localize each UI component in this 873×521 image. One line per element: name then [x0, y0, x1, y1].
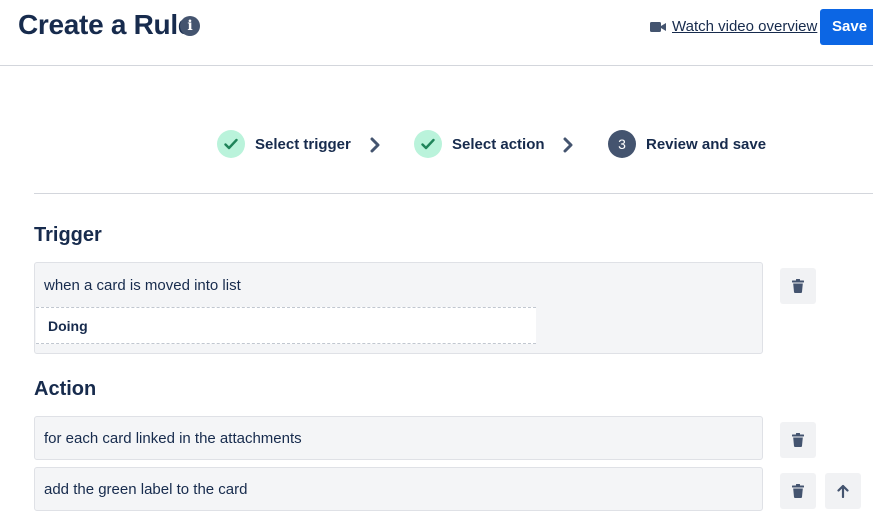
step-label: Select trigger [255, 135, 351, 153]
save-button[interactable]: Save [820, 9, 873, 45]
check-icon [217, 130, 245, 158]
action-heading: Action [34, 378, 97, 400]
trash-icon [792, 433, 804, 447]
step-select-action[interactable]: Select action [414, 130, 545, 158]
step-label: Review and save [646, 135, 767, 153]
trash-icon [792, 484, 804, 498]
trigger-text: when a card is moved into list [44, 277, 241, 294]
divider [34, 193, 873, 194]
trigger-rule-box[interactable]: when a card is moved into list Doing [34, 262, 763, 354]
arrow-up-icon [837, 484, 849, 498]
step-select-trigger[interactable]: Select trigger [217, 130, 351, 158]
watch-video-link[interactable]: Watch video overview [650, 18, 817, 35]
page-title: Create a Rule [18, 9, 194, 40]
trigger-heading: Trigger [34, 224, 102, 246]
delete-trigger-button[interactable] [780, 268, 816, 304]
check-icon [414, 130, 442, 158]
video-camera-icon [650, 21, 666, 32]
delete-action-button[interactable] [780, 422, 816, 458]
rule-stepper: Select trigger Select action 3 Review an… [0, 130, 873, 162]
action-text: for each card linked in the attachments [44, 430, 302, 447]
action-rule-box[interactable]: add the green label to the card [34, 467, 763, 511]
step-number-badge: 3 [608, 130, 636, 158]
list-name-value: Doing [48, 318, 88, 334]
chevron-right-icon [563, 137, 573, 153]
step-label: Select action [452, 135, 545, 153]
trash-icon [792, 279, 804, 293]
action-rule-box[interactable]: for each card linked in the attachments [34, 416, 763, 460]
list-name-field[interactable]: Doing [36, 307, 536, 344]
action-text: add the green label to the card [44, 481, 248, 498]
move-up-button[interactable] [825, 473, 861, 509]
step-review-and-save[interactable]: 3 Review and save [608, 130, 766, 158]
info-icon[interactable]: i [180, 16, 200, 36]
watch-video-label: Watch video overview [672, 18, 818, 35]
delete-action-button[interactable] [780, 473, 816, 509]
chevron-right-icon [370, 137, 380, 153]
page-header: Create a Rule i Watch video overview Sav… [0, 0, 873, 66]
